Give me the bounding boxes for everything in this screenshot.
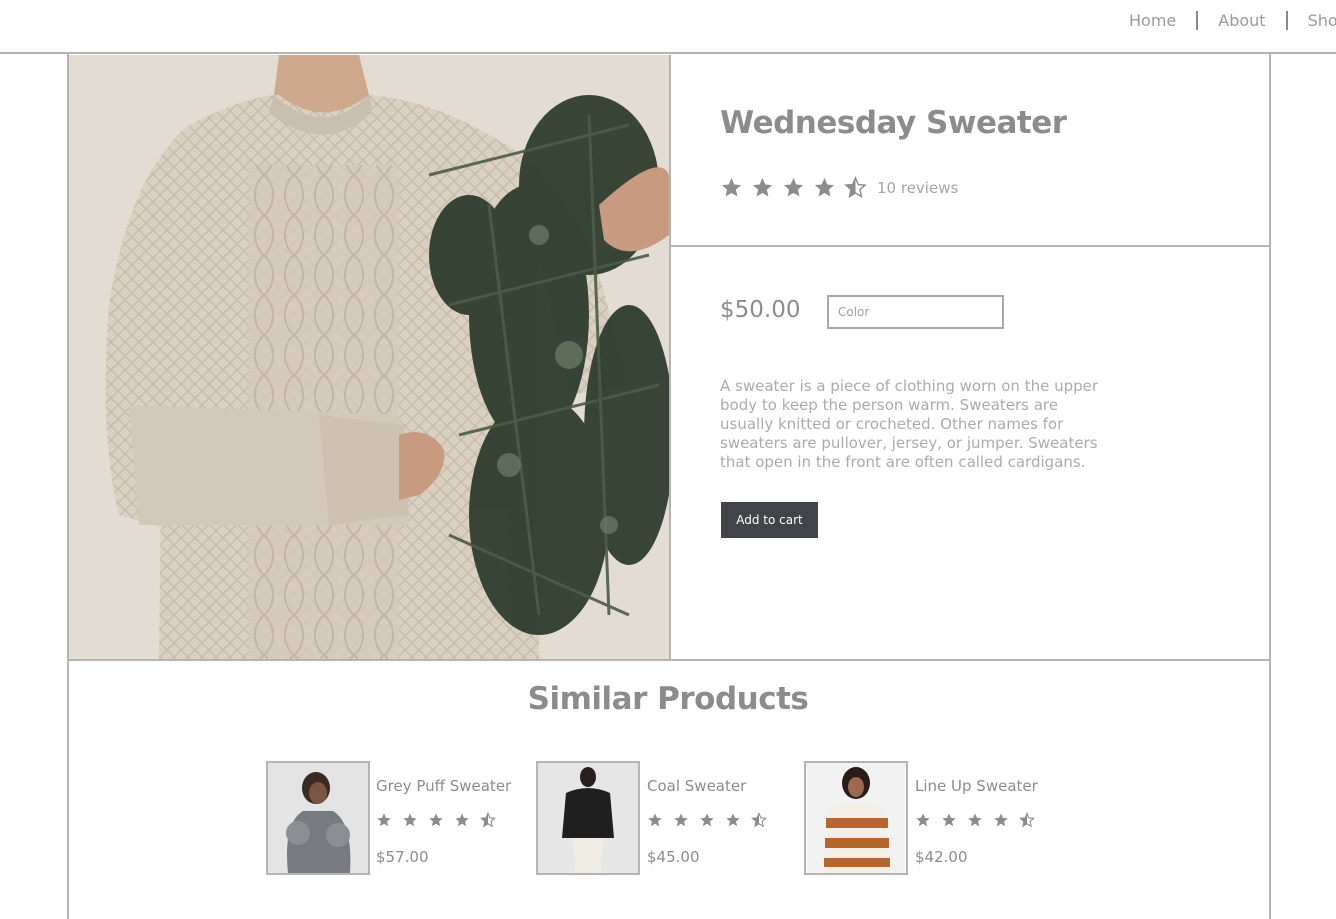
similar-product-rating	[647, 812, 777, 828]
star-icon	[455, 813, 469, 827]
product-rating: 10 reviews	[720, 176, 958, 199]
star-icon	[942, 813, 956, 827]
review-count[interactable]: 10 reviews	[877, 179, 958, 197]
star-icon	[403, 813, 417, 827]
product-description: A sweater is a piece of clothing worn on…	[720, 377, 1099, 471]
similar-product-name[interactable]: Line Up Sweater	[915, 777, 1038, 795]
star-icon	[994, 813, 1008, 827]
product-price: $50.00	[720, 297, 801, 323]
nav-separator	[1285, 11, 1288, 30]
star-icon	[700, 813, 714, 827]
similar-product-price: $42.00	[915, 848, 968, 866]
similar-products-heading: Similar Products	[527, 681, 809, 717]
star-icon	[783, 177, 804, 197]
main-nav: Home About Shop	[1129, 11, 1336, 30]
star-icon	[377, 813, 391, 827]
similar-product-name[interactable]: Coal Sweater	[647, 777, 746, 795]
star-icon	[752, 177, 773, 197]
product-thumbnail[interactable]	[804, 761, 908, 875]
star-icon	[429, 813, 443, 827]
star-half-icon	[844, 176, 867, 198]
star-half-icon	[480, 812, 496, 828]
content-divider-vertical	[669, 55, 671, 660]
info-divider	[671, 245, 1269, 247]
star-icon	[674, 813, 688, 827]
star-icon	[814, 177, 835, 197]
star-icon	[916, 813, 930, 827]
top-navigation-bar: Home About Shop	[0, 0, 1336, 54]
product-thumbnail[interactable]	[266, 761, 370, 875]
similar-product-rating	[915, 812, 1045, 828]
star-icon	[726, 813, 740, 827]
color-select[interactable]: Color	[827, 295, 1004, 329]
star-half-icon	[751, 812, 767, 828]
nav-separator	[1196, 11, 1199, 30]
product-thumbnail[interactable]	[536, 761, 640, 875]
similar-product-price: $57.00	[376, 848, 429, 866]
nav-link-home[interactable]: Home	[1129, 11, 1176, 30]
star-icon	[721, 177, 742, 197]
product-title: Wednesday Sweater	[720, 105, 1067, 141]
add-to-cart-button[interactable]: Add to cart	[721, 502, 818, 538]
similar-product-name[interactable]: Grey Puff Sweater	[376, 777, 511, 795]
star-half-icon	[1019, 812, 1035, 828]
similar-product-price: $45.00	[647, 848, 700, 866]
product-photo	[69, 55, 669, 659]
nav-link-about[interactable]: About	[1218, 11, 1265, 30]
similar-product-rating	[376, 812, 506, 828]
nav-link-shop[interactable]: Shop	[1308, 11, 1336, 30]
star-icon	[968, 813, 982, 827]
star-icon	[648, 813, 662, 827]
section-divider	[69, 659, 1269, 661]
product-image	[69, 55, 669, 659]
